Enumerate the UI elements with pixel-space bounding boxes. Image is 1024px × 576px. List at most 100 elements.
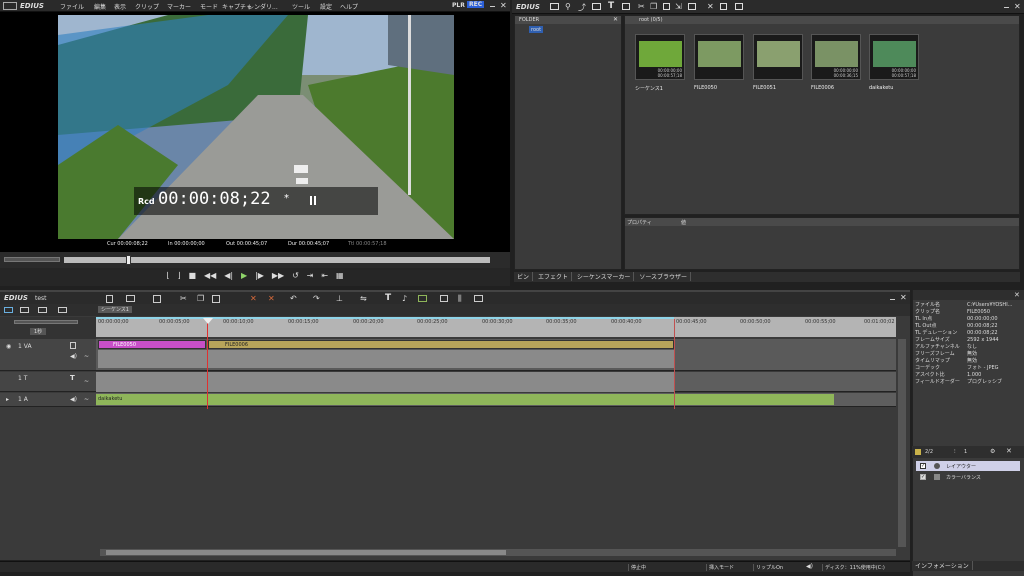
timeline-scroll-v[interactable] (898, 339, 906, 547)
wave-icon[interactable]: ~ (84, 378, 89, 385)
visibility-icon[interactable]: ▸ (6, 396, 9, 403)
mode-icon-b[interactable] (20, 307, 29, 313)
paste-icon[interactable] (663, 3, 670, 10)
grid-icon[interactable] (440, 295, 448, 302)
track-header-1va[interactable]: ◉ 1 VA ◀) ~ (0, 339, 96, 371)
cut-icon[interactable]: ✂ (638, 2, 645, 11)
timeline-clip-file0050[interactable]: FILE0050 (98, 340, 206, 349)
tab-effects[interactable]: エフェクト (535, 272, 572, 281)
minimize-icon[interactable] (490, 6, 495, 7)
clip-thumb-file0050[interactable] (694, 34, 744, 80)
wave-icon[interactable]: ~ (84, 396, 89, 403)
mode-icon-a[interactable] (4, 307, 13, 313)
shuttle-slider[interactable] (4, 257, 60, 262)
step-forward-button[interactable]: |▶ (255, 271, 264, 280)
tab-source-browser[interactable]: ソースブラウザー (636, 272, 692, 281)
playhead-line[interactable] (207, 319, 208, 409)
title-icon[interactable]: T (608, 1, 614, 11)
play-button[interactable]: ▶ (241, 271, 247, 280)
mixer-icon[interactable]: ⫼ (458, 294, 462, 304)
menu-render[interactable]: レンダリ... (248, 2, 278, 11)
view-icon[interactable] (735, 3, 743, 10)
new-sequence-icon[interactable] (106, 295, 113, 303)
timeline-scroll-h[interactable] (100, 549, 896, 556)
audio-toggle-icon[interactable]: ◀) (70, 396, 77, 403)
add-to-timeline-icon[interactable]: ⇲ (675, 2, 682, 11)
open-project-icon[interactable] (126, 295, 135, 302)
audio-toggle-icon[interactable]: ◀) (70, 353, 77, 360)
search-icon[interactable]: ⚲ (565, 2, 571, 11)
sequence-tab[interactable]: シーケンス1 (98, 306, 132, 313)
tab-bin[interactable]: ビン (514, 272, 534, 281)
filter-item-colorbalance[interactable]: ✓ カラーバランス (916, 472, 1020, 482)
cut-icon[interactable]: ✂ (180, 294, 187, 303)
undo-icon[interactable]: ↶ (290, 294, 297, 303)
close-icon[interactable]: ✕ (500, 1, 507, 10)
visibility-icon[interactable]: ◉ (6, 343, 11, 350)
menu-edit[interactable]: 編集 (94, 2, 106, 11)
mic-icon[interactable]: ♪ (402, 294, 407, 303)
track-header-1a[interactable]: ▸ 1 A ◀) ~ (0, 393, 96, 407)
filter-settings-icon[interactable]: ⚙ (990, 448, 995, 455)
rec-button[interactable]: REC (467, 1, 485, 8)
ripple-delete-icon[interactable]: ✕ (268, 294, 275, 303)
stop-button[interactable]: ■ (189, 271, 197, 280)
overlay-button[interactable]: ▦ (336, 271, 344, 280)
info-close-icon[interactable]: ✕ (1014, 291, 1020, 299)
timeline-scroll-thumb[interactable] (106, 550, 506, 555)
mode-icon-d[interactable] (58, 307, 67, 313)
export-icon[interactable] (418, 295, 427, 302)
new-clip-icon[interactable] (622, 3, 630, 10)
video-toggle-icon[interactable] (70, 342, 76, 349)
scrub-handle[interactable] (126, 255, 131, 265)
bin-minimize-icon[interactable] (1004, 7, 1009, 8)
set-in-button[interactable]: ⌊ (166, 271, 169, 280)
paste-icon[interactable] (212, 295, 220, 303)
timeline-clip-file0006[interactable]: FILE0006 (208, 340, 674, 349)
player-icon[interactable] (688, 3, 696, 10)
folder-close-icon[interactable]: ✕ (613, 16, 618, 23)
redo-icon[interactable]: ↷ (313, 294, 320, 303)
loop-button[interactable]: ↺ (292, 271, 299, 280)
filter-checkbox[interactable]: ✓ (920, 474, 926, 480)
wave-icon[interactable]: ~ (84, 353, 89, 360)
bin-close-icon[interactable]: ✕ (1014, 2, 1021, 11)
plr-button[interactable]: PLR (452, 2, 465, 9)
zoom-select[interactable]: 1秒 (30, 328, 47, 335)
title-icon[interactable]: T (385, 293, 391, 303)
save-icon[interactable] (153, 295, 161, 303)
filter-checkbox[interactable]: ✓ (920, 463, 926, 469)
set-out-button[interactable]: ⌋ (177, 271, 180, 280)
rewind-button[interactable]: ◀◀ (204, 271, 216, 280)
menu-help[interactable]: ヘルプ (340, 2, 358, 11)
tab-sequence-marker[interactable]: シーケンスマーカー (574, 272, 635, 281)
clip-thumb-daikaketu[interactable]: 00:00:00;00 00:00:57;18 (869, 34, 919, 80)
folder-root-item[interactable]: root (529, 26, 544, 33)
filter-item-layouter[interactable]: ✓ レイアウター (916, 461, 1020, 471)
menu-file[interactable]: ファイル (60, 2, 84, 11)
time-ruler[interactable]: 00:00:00;00 00:00:05;00 00:00:10;00 00:0… (96, 317, 896, 337)
marker-icon[interactable]: ⊥ (336, 294, 343, 303)
layout-icon[interactable] (474, 295, 483, 302)
sync-icon[interactable]: ⇋ (360, 294, 367, 303)
timeline-close-icon[interactable]: ✕ (900, 293, 907, 302)
up-folder-icon[interactable]: ⤴ (578, 2, 586, 13)
clip-thumb-sequence1[interactable]: 00:00:00;00 00:00:57;18 (635, 34, 685, 80)
insert-to-timeline-button[interactable]: ⇥ (307, 271, 314, 280)
folder-icon[interactable] (550, 3, 559, 10)
delete-clip-icon[interactable]: ✕ (250, 294, 257, 303)
menu-tools[interactable]: ツール (292, 2, 310, 11)
track-header-1t[interactable]: 1 T T ~ (0, 372, 96, 392)
menu-marker[interactable]: マーカー (167, 2, 191, 11)
properties-icon[interactable] (720, 3, 727, 10)
clip-thumb-file0051[interactable] (753, 34, 803, 80)
timeline-minimize-icon[interactable] (890, 299, 895, 300)
delete-icon[interactable]: ✕ (707, 2, 714, 11)
step-back-button[interactable]: ◀| (224, 271, 233, 280)
filter-delete-icon[interactable]: ✕ (1006, 447, 1012, 455)
title-track-icon[interactable]: T (70, 374, 75, 382)
menu-clip[interactable]: クリップ (135, 2, 159, 11)
zoom-slider[interactable] (14, 320, 78, 324)
menu-mode[interactable]: モード (200, 2, 218, 11)
playhead-marker[interactable] (203, 318, 213, 324)
